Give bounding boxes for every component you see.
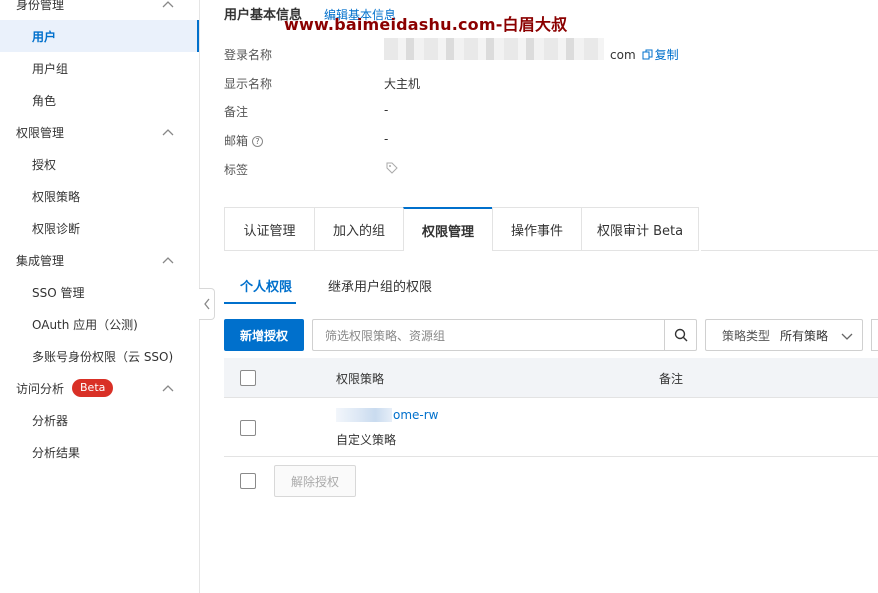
- sidebar-group-integration[interactable]: 集成管理: [0, 244, 199, 276]
- remove-permission-button[interactable]: 解除授权: [274, 465, 356, 497]
- field-label-login-name: 登录名称: [224, 48, 273, 62]
- field-label-display-name: 显示名称: [224, 77, 273, 91]
- copy-link[interactable]: 复制: [655, 46, 679, 63]
- add-permission-button[interactable]: 新增授权: [224, 319, 304, 351]
- column-remark: 备注: [659, 372, 684, 386]
- sidebar-item-label: 权限诊断: [32, 221, 81, 236]
- sidebar: 身份管理 用户 用户组 角色 权限管理 授权 权限策略 权限诊断 集成管理 SS…: [0, 0, 200, 593]
- tab-permissions[interactable]: 权限管理: [403, 207, 492, 251]
- select-value: 所有策略: [780, 328, 829, 343]
- chevron-up-icon: [162, 129, 174, 136]
- extra-toolbar-control[interactable]: [871, 319, 878, 351]
- login-name-redacted: [384, 38, 604, 60]
- sidebar-item-oauth[interactable]: OAuth 应用（公测): [0, 308, 199, 340]
- tab-permission-audit[interactable]: 权限审计 Beta: [581, 207, 699, 251]
- sidebar-item-label: 用户组: [32, 61, 69, 76]
- tab-joined-groups[interactable]: 加入的组: [314, 207, 403, 251]
- sidebar-group-label: 访问分析: [16, 381, 65, 396]
- sidebar-group-permissions[interactable]: 权限管理: [0, 116, 199, 148]
- sidebar-item-label: 分析结果: [32, 445, 81, 460]
- sidebar-group-label: 集成管理: [16, 253, 65, 268]
- sidebar-item-label: OAuth 应用（公测): [32, 317, 138, 332]
- main-content: 用户基本信息 编辑基本信息 www.baimeidashu.com-白眉大叔 登…: [200, 0, 878, 593]
- row-checkbox[interactable]: [240, 420, 256, 436]
- sidebar-item-label: SSO 管理: [32, 285, 85, 300]
- chevron-up-icon: [162, 257, 174, 264]
- policy-name-suffix: ome-rw: [393, 408, 439, 422]
- help-circle-icon[interactable]: ?: [252, 136, 264, 147]
- column-policy: 权限策略: [336, 372, 385, 386]
- field-label-email-row: 邮箱?: [224, 132, 264, 149]
- sidebar-item-label: 用户: [32, 29, 57, 44]
- app-root: 身份管理 用户 用户组 角色 权限管理 授权 权限策略 权限诊断 集成管理 SS…: [0, 0, 878, 593]
- remark-value: -: [384, 103, 389, 117]
- tab-events[interactable]: 操作事件: [492, 207, 581, 251]
- subtab-personal-permissions[interactable]: 个人权限: [240, 276, 292, 295]
- tag-icon[interactable]: [386, 162, 398, 177]
- subtab-inherited-permissions[interactable]: 继承用户组的权限: [328, 276, 432, 295]
- table-header: 权限策略 备注: [224, 358, 878, 398]
- sidebar-item-user-groups[interactable]: 用户组: [0, 52, 199, 84]
- policy-type: 自定义策略: [336, 433, 397, 447]
- copy-icon: [642, 49, 653, 60]
- table-row: ome-rw 自定义策略: [224, 399, 878, 457]
- sidebar-item-label: 角色: [32, 93, 57, 108]
- sidebar-item-cloud-sso[interactable]: 多账号身份权限（云 SSO): [0, 340, 199, 372]
- email-value: -: [384, 132, 389, 146]
- login-name-value: com: [610, 47, 636, 62]
- policy-name-redacted: [336, 408, 392, 422]
- beta-badge: Beta: [72, 379, 114, 397]
- sidebar-item-analysis-results[interactable]: 分析结果: [0, 436, 199, 468]
- sidebar-item-sso[interactable]: SSO 管理: [0, 276, 199, 308]
- subtab-active-indicator: [224, 302, 296, 304]
- field-label-remark: 备注: [224, 105, 249, 119]
- watermark: www.baimeidashu.com-白眉大叔: [284, 15, 568, 34]
- footer-select-all-checkbox[interactable]: [240, 473, 256, 489]
- sidebar-item-roles[interactable]: 角色: [0, 84, 199, 116]
- chevron-up-icon: [162, 1, 174, 8]
- chevron-up-icon: [162, 385, 174, 392]
- sidebar-item-diagnosis[interactable]: 权限诊断: [0, 212, 199, 244]
- search-input[interactable]: 筛选权限策略、资源组: [312, 319, 697, 351]
- sidebar-item-grant[interactable]: 授权: [0, 148, 199, 180]
- search-icon: [674, 328, 688, 342]
- sidebar-group-identity[interactable]: 身份管理: [0, 0, 199, 20]
- sidebar-group-label: 身份管理: [16, 0, 65, 12]
- select-all-checkbox[interactable]: [240, 370, 256, 386]
- search-button[interactable]: [664, 319, 697, 351]
- display-name-value: 大主机: [384, 77, 421, 91]
- sidebar-group-access-analysis[interactable]: 访问分析 Beta: [0, 372, 199, 404]
- field-label-tags: 标签: [224, 163, 249, 177]
- tabs-divider: [701, 250, 878, 251]
- sidebar-item-label: 权限策略: [32, 189, 81, 204]
- policy-name-link[interactable]: ome-rw: [336, 408, 439, 422]
- chevron-down-icon: [841, 333, 853, 340]
- policy-type-select[interactable]: 策略类型 所有策略: [705, 319, 863, 351]
- search-placeholder: 筛选权限策略、资源组: [325, 328, 446, 343]
- sidebar-item-analyzer[interactable]: 分析器: [0, 404, 199, 436]
- sidebar-item-users[interactable]: 用户: [0, 20, 199, 52]
- sidebar-group-label: 权限管理: [16, 125, 65, 140]
- sidebar-item-label: 分析器: [32, 413, 69, 428]
- login-name-row-end: com 复制: [610, 46, 679, 63]
- sidebar-item-label: 授权: [32, 157, 57, 172]
- field-label-email: 邮箱: [224, 134, 249, 148]
- sidebar-item-label: 多账号身份权限（云 SSO): [32, 349, 174, 364]
- sidebar-item-policies[interactable]: 权限策略: [0, 180, 199, 212]
- detail-tabs: 认证管理 加入的组 权限管理 操作事件 权限审计 Beta: [224, 207, 699, 251]
- tab-authentication[interactable]: 认证管理: [224, 207, 314, 251]
- select-label: 策略类型: [722, 328, 771, 343]
